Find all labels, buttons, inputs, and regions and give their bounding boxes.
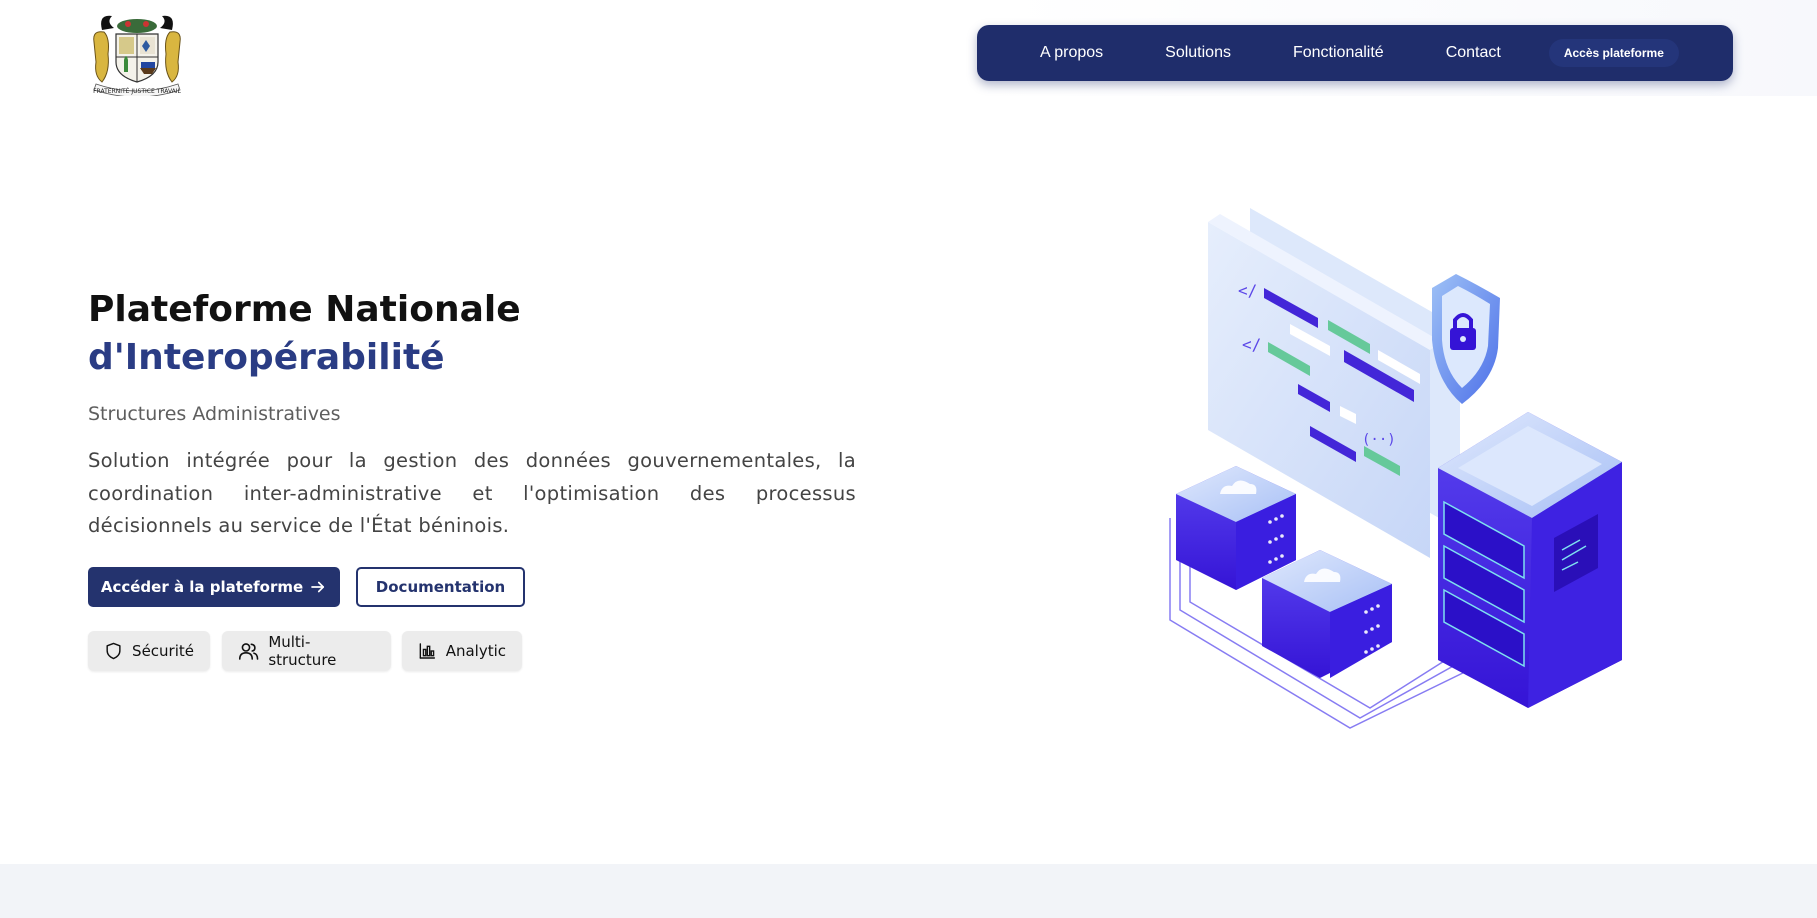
- platform-access-button[interactable]: Accès plateforme: [1548, 39, 1679, 67]
- nav-link-contact[interactable]: Contact: [1446, 44, 1501, 62]
- nav-link-a-propos[interactable]: A propos: [1040, 44, 1103, 62]
- nav-link-fonctionalite[interactable]: Fonctionalité: [1293, 44, 1384, 62]
- coat-of-arms-logo[interactable]: FRATERNITÉ JUSTICE TRAVAIL: [88, 10, 186, 98]
- documentation-button[interactable]: Documentation: [356, 567, 525, 607]
- main-nav: A propos Solutions Fonctionalité Contact…: [977, 25, 1733, 81]
- svg-text:FRATERNITÉ JUSTICE TRAVAIL: FRATERNITÉ JUSTICE TRAVAIL: [93, 87, 181, 95]
- feature-chip-label: Sécurité: [132, 642, 194, 660]
- arrow-right-icon: [311, 581, 325, 593]
- next-section-band: [0, 864, 1817, 918]
- svg-text:(··): (··): [1362, 432, 1396, 448]
- hero-title: Plateforme Nationale d'Interopérabilité: [88, 286, 521, 382]
- feature-chip-security: Sécurité: [88, 631, 210, 671]
- top-bar: FRATERNITÉ JUSTICE TRAVAIL A propos Solu…: [0, 0, 1817, 98]
- hero-description: Solution intégrée pour la gestion des do…: [88, 449, 856, 537]
- hero-subtitle: Structures Administratives: [88, 403, 341, 425]
- access-platform-button-label: Accéder à la plateforme: [100, 578, 304, 596]
- hero-illustration: </ </ (··): [1160, 200, 1638, 752]
- hero-title-line2: d'Interopérabilité: [88, 337, 445, 378]
- users-icon: [238, 643, 259, 660]
- documentation-button-label: Documentation: [375, 578, 506, 596]
- feature-chip-multi-structure: Multi-structure: [222, 631, 391, 671]
- bar-chart-icon: [419, 643, 436, 659]
- feature-chip-label: Analytic: [445, 642, 506, 660]
- feature-chip-label: Multi-structure: [268, 633, 337, 669]
- svg-text:</: </: [1238, 281, 1257, 300]
- hero-title-line1: Plateforme Nationale: [88, 289, 521, 330]
- feature-chip-analytic: Analytic: [402, 631, 522, 671]
- access-platform-button[interactable]: Accéder à la plateforme: [88, 567, 340, 607]
- nav-link-solutions[interactable]: Solutions: [1165, 44, 1231, 62]
- shield-icon: [106, 642, 121, 660]
- svg-text:</: </: [1242, 335, 1261, 354]
